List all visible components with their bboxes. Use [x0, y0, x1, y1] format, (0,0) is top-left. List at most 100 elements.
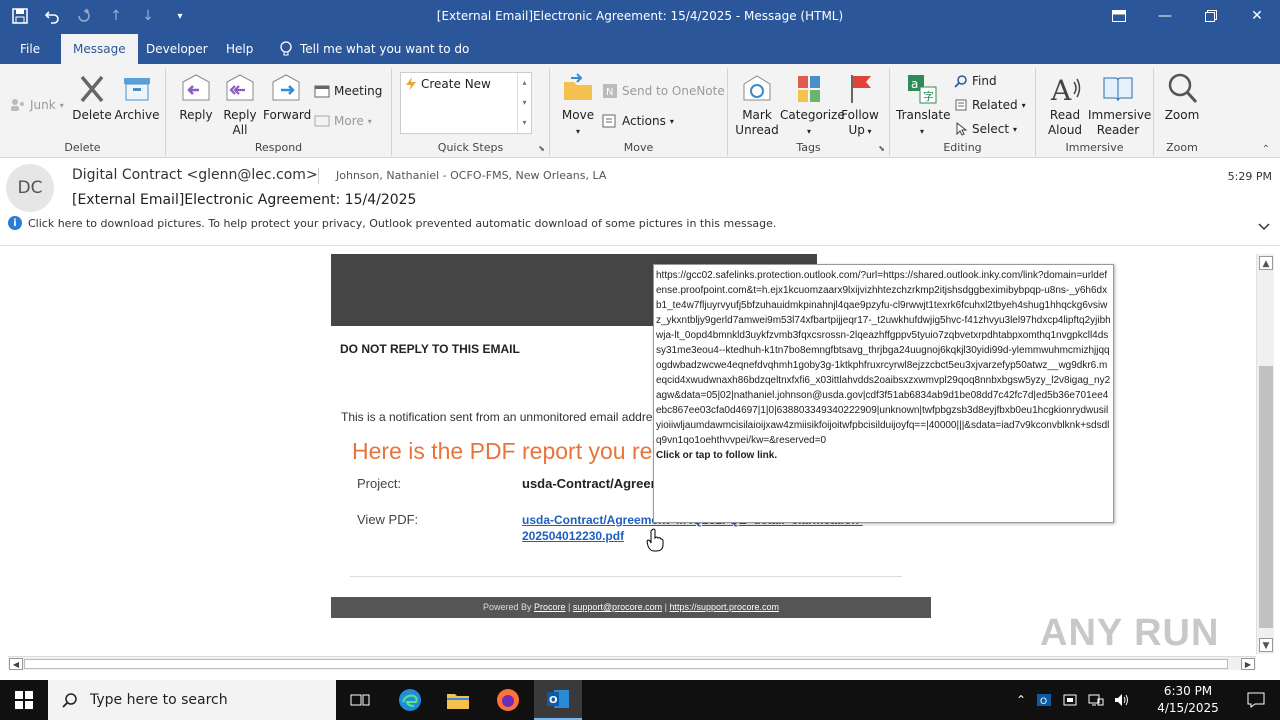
tab-help[interactable]: Help — [216, 34, 263, 64]
archive-icon — [120, 72, 154, 106]
app-tray-icon[interactable] — [1062, 692, 1078, 708]
group-editing: a字 Translate ▾ Find Related ▾ Select ▾ Edit… — [890, 68, 1036, 156]
system-tray: ⌃ O — [1016, 680, 1130, 720]
follow-up-button[interactable]: Follow Up ▾ — [840, 72, 880, 139]
edge-icon[interactable] — [386, 680, 434, 720]
read-aloud-button[interactable]: A Read Aloud — [1042, 72, 1088, 138]
ribbon-display-options-icon[interactable] — [1096, 0, 1142, 32]
group-delete: Junk ▾ Delete Archive Delete — [0, 68, 166, 156]
support-site-link[interactable]: https://support.procore.com — [669, 602, 779, 612]
svg-text:字: 字 — [923, 89, 934, 103]
onenote-button[interactable]: N Send to OneNote — [602, 82, 725, 100]
mark-unread-button[interactable]: Mark Unread — [734, 72, 780, 138]
lightning-icon — [406, 77, 416, 91]
move-button[interactable]: Move ▾ — [560, 72, 596, 139]
tags-dialog-launcher-icon[interactable]: ⬊ — [878, 144, 885, 153]
lightbulb-icon — [280, 41, 292, 56]
vertical-scrollbar[interactable]: ▲ ▼ — [1256, 254, 1274, 654]
scroll-up-icon[interactable]: ▲ — [1259, 256, 1273, 270]
hscroll-thumb[interactable] — [24, 659, 1228, 669]
scroll-down-icon[interactable]: ▼ — [1259, 638, 1273, 652]
translate-button[interactable]: a字 Translate ▾ — [896, 72, 951, 139]
support-email-link[interactable]: support@procore.com — [573, 602, 662, 612]
svg-text:O: O — [549, 695, 558, 706]
tab-file[interactable]: File — [10, 34, 50, 64]
meeting-icon — [314, 85, 330, 98]
outlook-taskbar-icon[interactable]: O — [534, 680, 582, 720]
group-zoom: Zoom Zoom — [1154, 68, 1210, 156]
junk-button[interactable]: Junk ▾ — [10, 96, 64, 114]
taskbar-clock[interactable]: 6:30 PM 4/15/2025 — [1148, 683, 1228, 717]
task-view-icon[interactable] — [336, 680, 384, 720]
taskbar: Type here to search O ⌃ O 6:30 PM 4/15/2… — [0, 680, 1280, 720]
actions-icon — [602, 114, 616, 128]
svg-text:A: A — [1050, 74, 1072, 106]
gallery-scroll[interactable]: ▴ ▾ ▾ — [517, 73, 531, 133]
select-button[interactable]: Select ▾ — [954, 120, 1017, 138]
windows-start-icon[interactable] — [0, 680, 48, 720]
zoom-button[interactable]: Zoom — [1160, 72, 1204, 123]
pdf-report-heading: Here is the PDF report you re — [352, 438, 653, 464]
folder-move-icon — [561, 72, 595, 106]
svg-text:N: N — [606, 87, 613, 98]
email-footer: Powered By Procore | support@procore.com… — [331, 597, 931, 618]
immersive-reader-button[interactable]: Immersive Reader — [1088, 72, 1151, 138]
scroll-left-icon[interactable]: ◀ — [9, 658, 23, 670]
related-button[interactable]: Related ▾ — [954, 96, 1026, 114]
dialog-launcher-icon[interactable]: ⬊ — [538, 144, 545, 153]
create-new-quickstep[interactable]: Create New — [405, 75, 491, 93]
project-label: Project: — [357, 476, 402, 491]
group-respond: Reply Reply All Forward Meeting More ▾ Re… — [166, 68, 392, 156]
collapse-ribbon-icon[interactable]: ⌃ — [1262, 144, 1270, 155]
categorize-icon — [792, 72, 826, 106]
hand-cursor-icon — [646, 528, 664, 552]
chevron-up-icon[interactable]: ⌃ — [1016, 693, 1026, 707]
reply-button[interactable]: Reply — [176, 72, 216, 123]
group-tags: Mark Unread Categorize ▾ Follow Up ▾ Tags… — [728, 68, 890, 156]
ribbon-tabs: File Message Developer Help Tell me what… — [0, 34, 1280, 64]
reply-all-button[interactable]: Reply All — [220, 72, 260, 138]
network-icon[interactable] — [1088, 692, 1104, 708]
title-bar: ↑ ↓ ▾ [External Email]Electronic Agreeme… — [0, 0, 1280, 34]
view-pdf-label: View PDF: — [357, 512, 419, 527]
group-immersive: A Read Aloud Immersive Reader Immersive — [1036, 68, 1154, 156]
tell-me-box[interactable]: Tell me what you want to do — [280, 34, 469, 64]
magnifier-icon — [1165, 72, 1199, 106]
chevron-down-icon[interactable] — [1258, 220, 1270, 234]
archive-button[interactable]: Archive — [114, 72, 160, 123]
sender[interactable]: Digital Contract <glenn@lec.com> — [72, 167, 318, 183]
window-title: [External Email]Electronic Agreement: 15… — [436, 9, 844, 23]
reply-all-icon — [223, 72, 257, 106]
close-icon[interactable]: ✕ — [1234, 0, 1280, 32]
procore-link[interactable]: Procore — [534, 602, 566, 612]
categorize-button[interactable]: Categorize ▾ — [780, 72, 845, 139]
file-explorer-icon[interactable] — [434, 680, 482, 720]
delete-button[interactable]: Delete — [72, 72, 112, 123]
scroll-right-icon[interactable]: ▶ — [1241, 658, 1255, 670]
meeting-button[interactable]: Meeting — [314, 82, 382, 100]
header-divider — [318, 168, 319, 184]
find-button[interactable]: Find — [954, 72, 997, 90]
tab-developer[interactable]: Developer — [136, 34, 218, 64]
more-icon — [314, 115, 330, 127]
read-aloud-icon: A — [1048, 72, 1082, 107]
recipient[interactable]: Johnson, Nathaniel - OCFO-FMS, New Orlea… — [336, 169, 606, 182]
volume-icon[interactable] — [1114, 692, 1130, 708]
download-pictures-infobar[interactable]: i Click here to download pictures. To he… — [8, 216, 776, 230]
reply-icon — [179, 72, 213, 106]
more-respond-button[interactable]: More ▾ — [314, 112, 372, 130]
divider — [350, 576, 902, 577]
do-not-reply-text: DO NOT REPLY TO THIS EMAIL — [340, 342, 520, 356]
taskbar-search[interactable]: Type here to search — [48, 680, 336, 720]
firefox-icon[interactable] — [484, 680, 532, 720]
notification-icon[interactable] — [1232, 680, 1280, 720]
outlook-tray-icon[interactable]: O — [1036, 692, 1052, 708]
actions-button[interactable]: Actions ▾ — [602, 112, 674, 130]
horizontal-scrollbar[interactable]: ◀ ▶ — [8, 656, 1256, 670]
scroll-thumb[interactable] — [1259, 366, 1273, 628]
tab-message[interactable]: Message — [61, 34, 138, 64]
forward-button[interactable]: Forward — [263, 72, 311, 123]
received-time: 5:29 PM — [1227, 170, 1272, 183]
restore-icon[interactable] — [1188, 0, 1234, 32]
minimize-icon[interactable]: — — [1142, 0, 1188, 32]
